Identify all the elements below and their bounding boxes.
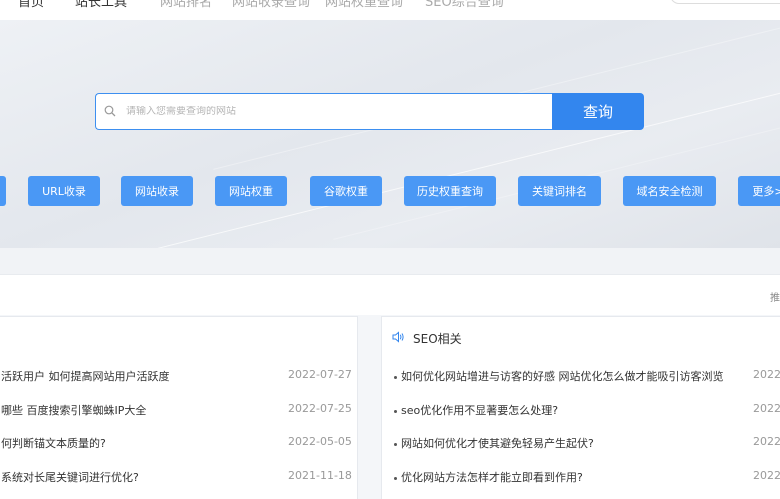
bullet-icon	[394, 409, 397, 413]
top-navigation: 首页 站长工具 网站排名 网站收录查询 网站权重查询 SEO综合查询	[0, 0, 780, 20]
article-date: 2022-	[753, 435, 780, 448]
search-field[interactable]	[95, 93, 552, 130]
nav-item-weight[interactable]: 网站权重查询	[325, 0, 403, 10]
tool-button-more[interactable]: 更多>	[738, 176, 780, 206]
nav-item-rank[interactable]: 网站排名	[160, 0, 212, 10]
search-icon	[104, 105, 118, 119]
article-link[interactable]: seo优化作用不显著要怎么处理?	[394, 402, 558, 418]
article-date: 2022-	[753, 368, 780, 381]
tool-button-domain-security[interactable]: 域名安全检测	[623, 176, 716, 206]
bullet-icon	[394, 442, 397, 446]
article-date: 2022-	[753, 402, 780, 415]
top-search-pill[interactable]	[670, 0, 780, 4]
page: 首页 站长工具 网站排名 网站收录查询 网站权重查询 SEO综合查询 查询 UR…	[0, 0, 780, 499]
article-date: 2022-07-25	[288, 402, 352, 415]
article-date: 2022-05-05	[288, 435, 352, 448]
article-link[interactable]: 哪些 百度搜索引擎蜘蛛IP大全	[1, 402, 146, 418]
panel-header: SEO相关	[392, 330, 462, 347]
nav-item-tools[interactable]: 站长工具	[75, 0, 127, 10]
tool-button-site-index[interactable]: 网站收录	[121, 176, 193, 206]
tool-button-history-weight[interactable]: 历史权重查询	[404, 176, 496, 206]
nav-item-home[interactable]: 首页	[18, 0, 44, 10]
panel-title: SEO相关	[413, 332, 462, 346]
speaker-icon	[392, 331, 405, 346]
nav-item-seo[interactable]: SEO综合查询	[425, 0, 504, 10]
search-button[interactable]: 查询	[552, 93, 644, 130]
article-panel-seo: SEO相关 如何优化网站增进与访客的好感 网站优化怎么做才能吸引访客浏览 202…	[381, 316, 780, 499]
article-link[interactable]: 活跃用户 如何提高网站用户活跃度	[1, 368, 170, 384]
article-date: 2021-11-18	[288, 469, 352, 482]
section-subbar: 推	[0, 274, 780, 315]
tool-button[interactable]	[0, 176, 6, 206]
article-date: 2022-	[753, 469, 780, 482]
section-gap	[0, 248, 780, 274]
article-link[interactable]: 优化网站方法怎样才能立即看到作用?	[394, 469, 583, 485]
bullet-icon	[394, 375, 397, 379]
tool-button-url-index[interactable]: URL收录	[28, 176, 100, 206]
hero-banner: 查询 URL收录 网站收录 网站权重 谷歌权重 历史权重查询 关键词排名 域名安…	[0, 20, 780, 248]
search-input[interactable]	[126, 106, 526, 117]
article-date: 2022-07-27	[288, 368, 352, 381]
tool-button-site-weight[interactable]: 网站权重	[215, 176, 287, 206]
article-panel-left: 活跃用户 如何提高网站用户活跃度 2022-07-27 哪些 百度搜索引擎蜘蛛I…	[0, 316, 358, 499]
subbar-edge-text[interactable]: 推	[770, 289, 780, 304]
article-link[interactable]: 系统对长尾关键词进行优化?	[1, 469, 139, 485]
tool-button-google-weight[interactable]: 谷歌权重	[310, 176, 382, 206]
article-link[interactable]: 网站如何优化才使其避免轻易产生起伏?	[394, 435, 594, 451]
site-search: 查询	[95, 93, 644, 130]
tool-button-keyword-rank[interactable]: 关键词排名	[518, 176, 601, 206]
decor-streak	[333, 21, 780, 240]
bullet-icon	[394, 476, 397, 480]
article-link[interactable]: 如何优化网站增进与访客的好感 网站优化怎么做才能吸引访客浏览	[394, 368, 724, 384]
nav-item-index[interactable]: 网站收录查询	[232, 0, 310, 10]
article-link[interactable]: 何判断锚文本质量的?	[1, 435, 106, 451]
